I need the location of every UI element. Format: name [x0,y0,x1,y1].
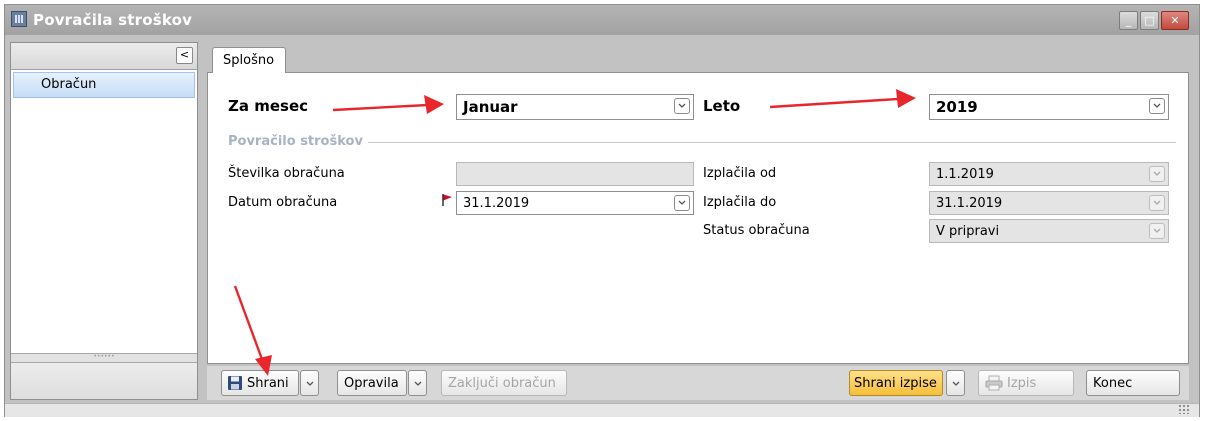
print-button[interactable]: Izpis [978,370,1074,396]
save-button-label: Shrani [247,376,289,391]
nav-item-label: Obračun [41,77,97,92]
month-label: Za mesec [228,97,309,115]
panel-splitter[interactable]: •••••• [11,353,197,363]
calc-date-field[interactable]: 31.1.2019 [456,191,694,215]
title-bar[interactable]: Povračila stroškov _ □ ✕ [5,5,1199,35]
chevron-down-icon [1149,223,1165,239]
resize-grip-icon[interactable] [1178,404,1190,414]
maximize-button[interactable]: □ [1140,11,1159,30]
calc-number-label: Številka obračuna [228,166,345,181]
calc-status-label: Status obračuna [703,223,810,238]
calc-date-label: Datum obračuna [228,195,338,210]
tasks-button[interactable]: Opravila [337,370,407,396]
end-button-label: Konec [1093,376,1133,391]
paid-to-label: Izplačila do [703,195,777,210]
save-prints-button[interactable]: Shrani izpise [849,370,943,396]
left-nav-panel: < Obračun •••••• [10,42,198,400]
calc-status-field: V pripravi [929,219,1169,243]
chevron-down-icon[interactable] [1149,98,1165,114]
paid-from-field: 1.1.2019 [929,162,1169,186]
tasks-dropdown-button[interactable] [408,370,427,396]
chevron-down-icon [306,381,314,386]
paid-to-value: 31.1.2019 [936,196,1003,211]
close-calculation-label: Zaključi obračun [448,376,556,391]
save-dropdown-button[interactable] [300,370,319,396]
minimize-button[interactable]: _ [1119,11,1138,30]
end-button[interactable]: Konec [1086,370,1180,396]
required-flag-icon [442,194,452,206]
month-select[interactable]: Januar [456,94,694,120]
close-calculation-button[interactable]: Zaključi obračun [441,370,567,396]
chevron-down-icon[interactable] [674,195,690,211]
app-icon [11,11,27,27]
year-select-value: 2019 [936,98,978,116]
tab-label: Splošno [223,53,275,68]
group-title: Povračilo stroškov [228,134,363,149]
chevron-down-icon[interactable] [674,98,690,114]
collapse-panel-button[interactable]: < [176,47,193,64]
calc-number-field [456,162,694,186]
chevron-down-icon [952,381,960,386]
status-bar [5,403,1199,417]
save-prints-dropdown-button[interactable] [946,370,965,396]
month-select-value: Januar [463,98,518,116]
close-icon: ✕ [1170,14,1180,27]
save-prints-label: Shrani izpise [854,376,937,391]
tasks-button-label: Opravila [344,376,399,391]
nav-item-obracun[interactable]: Obračun [13,72,195,98]
paid-from-label: Izplačila od [703,166,777,181]
paid-to-field: 31.1.2019 [929,191,1169,215]
minimize-icon: _ [1125,14,1132,27]
chevron-left-icon: < [179,48,190,61]
printer-icon [985,375,1003,391]
year-select[interactable]: 2019 [929,94,1169,120]
calc-status-value: V pripravi [936,224,1000,239]
tab-splosno[interactable]: Splošno [212,47,286,73]
print-button-label: Izpis [1007,376,1037,391]
paid-from-value: 1.1.2019 [936,167,994,182]
window-title: Povračila stroškov [33,11,193,29]
chevron-down-icon [1149,166,1165,182]
close-button[interactable]: ✕ [1161,11,1189,30]
floppy-disk-icon [228,376,242,390]
grip-dots-icon: •••••• [93,353,115,360]
left-panel-footer [11,363,197,399]
group-divider [368,142,1176,143]
year-label: Leto [703,97,741,115]
maximize-icon: □ [1144,14,1155,27]
calc-date-value: 31.1.2019 [463,196,530,211]
chevron-down-icon [414,381,422,386]
save-button[interactable]: Shrani [221,370,299,396]
chevron-down-icon [1149,195,1165,211]
left-panel-header: < [11,43,197,70]
